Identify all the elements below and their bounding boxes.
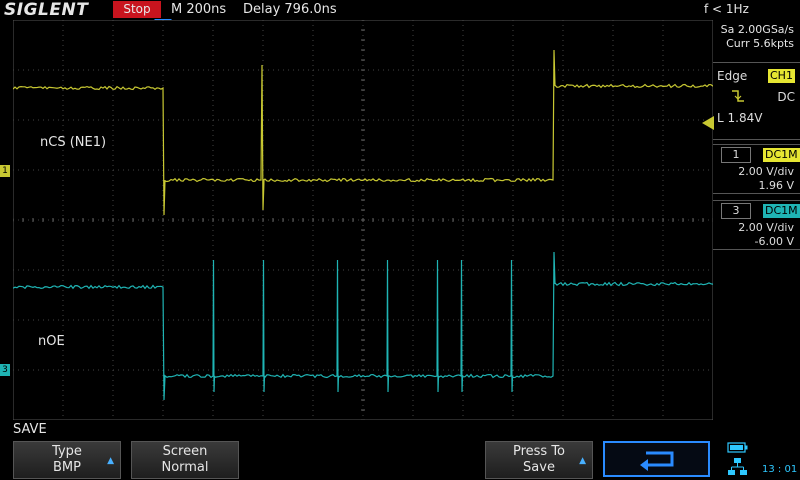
battery-icon: [727, 442, 749, 454]
ch1-coupling-badge: DC1M: [763, 148, 800, 162]
return-arrow-icon: [638, 449, 678, 471]
ch1-number: 1: [721, 147, 751, 163]
ch3-scale: 2.00 V/div: [738, 221, 794, 234]
waveform-display: [13, 20, 713, 420]
ch3-signal-label: nOE: [38, 334, 65, 349]
type-softkey-button[interactable]: Type BMP ▲: [13, 441, 121, 479]
press-to-save-line2: Save: [486, 460, 592, 476]
ch1-scale: 2.00 V/div: [738, 165, 794, 178]
memory-depth: Curr 5.6kpts: [726, 37, 794, 50]
trigger-coupling: DC: [777, 90, 795, 104]
ch3-info-panel[interactable]: 3 DC1M 2.00 V/div -6.00 V: [713, 200, 800, 250]
top-status-bar: SIGLENT Stop M 200ns Delay 796.0ns f < 1…: [0, 0, 800, 20]
trigger-type: Edge: [717, 69, 747, 83]
ch3-offset-marker-icon[interactable]: 3: [0, 364, 10, 376]
ch1-offset: 1.96 V: [758, 179, 794, 192]
brand-logo: SIGLENT: [4, 0, 88, 20]
trigger-panel[interactable]: Edge CH1 DC L 1.84V: [713, 62, 800, 140]
trigger-level: L 1.84V: [717, 111, 762, 125]
type-softkey-label: Type: [14, 444, 120, 460]
ch1-signal-label: nCS (NE1): [40, 135, 106, 150]
trigger-source-badge: CH1: [768, 69, 795, 83]
press-to-save-button[interactable]: Press To Save ▲: [485, 441, 593, 479]
delay-readout[interactable]: Delay 796.0ns: [243, 2, 337, 17]
ch1-offset-marker-icon[interactable]: 1: [0, 165, 10, 177]
screen-softkey-value: Normal: [132, 460, 238, 476]
softkey-menu: SAVE Type BMP ▲ Screen Normal Press To S…: [0, 420, 800, 480]
ch3-number: 3: [721, 203, 751, 219]
back-button[interactable]: [603, 441, 710, 477]
type-softkey-value: BMP: [14, 460, 120, 476]
press-to-save-line1: Press To: [486, 444, 592, 460]
menu-title: SAVE: [13, 422, 47, 437]
clock: 13 : 01: [762, 464, 797, 475]
screen-softkey-button[interactable]: Screen Normal: [131, 441, 239, 479]
screen-softkey-label: Screen: [132, 444, 238, 460]
network-icon: [727, 457, 749, 477]
cycle-arrow-icon: ▲: [579, 456, 586, 466]
falling-edge-icon: [731, 89, 745, 103]
timebase-readout[interactable]: M 200ns: [171, 2, 226, 17]
frequency-counter: f < 1Hz: [704, 2, 749, 16]
run-stop-indicator[interactable]: Stop: [113, 1, 161, 18]
ch3-offset: -6.00 V: [755, 235, 794, 248]
ch3-coupling-badge: DC1M: [763, 204, 800, 218]
cycle-arrow-icon: ▲: [107, 456, 114, 466]
sample-rate: Sa 2.00GSa/s: [721, 23, 794, 36]
ch1-info-panel[interactable]: 1 DC1M 2.00 V/div 1.96 V: [713, 144, 800, 194]
